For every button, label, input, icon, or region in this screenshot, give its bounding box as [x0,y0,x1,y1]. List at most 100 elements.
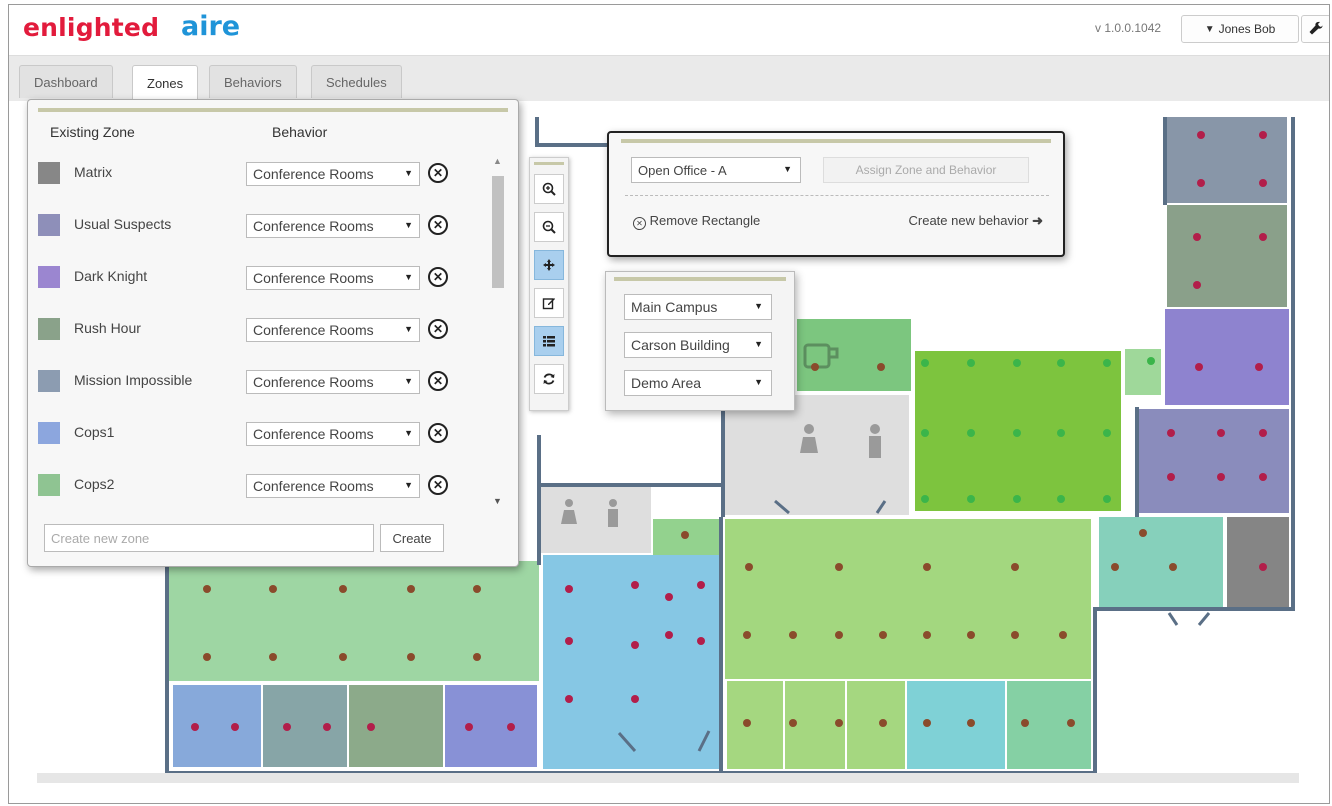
zoom-out-icon[interactable] [534,212,564,242]
tab-schedules[interactable]: Schedules [311,65,402,98]
sensor-dot[interactable] [665,593,673,601]
tab-dashboard[interactable]: Dashboard [19,65,113,98]
sensor-dot[interactable] [565,585,573,593]
sensor-dot[interactable] [1011,631,1019,639]
sensor-dot[interactable] [1259,473,1267,481]
refresh-icon[interactable] [534,364,564,394]
sensor-dot[interactable] [203,653,211,661]
sensor-dot[interactable] [1193,233,1201,241]
sensor-dot[interactable] [1059,631,1067,639]
zoom-in-icon[interactable] [534,174,564,204]
move-icon[interactable] [534,250,564,280]
sensor-dot[interactable] [507,723,515,731]
sensor-dot[interactable] [789,719,797,727]
sensor-dot[interactable] [681,531,689,539]
delete-zone-icon[interactable]: ✕ [428,267,448,287]
delete-zone-icon[interactable]: ✕ [428,371,448,391]
create-zone-button[interactable]: Create [380,524,444,552]
sensor-dot[interactable] [743,719,751,727]
popup-handle[interactable] [614,277,786,281]
sensor-dot[interactable] [473,585,481,593]
sensor-dot[interactable] [1103,359,1111,367]
sensor-dot[interactable] [323,723,331,731]
sensor-dot[interactable] [1103,495,1111,503]
sensor-dot[interactable] [877,363,885,371]
sensor-dot[interactable] [1217,429,1225,437]
remove-rectangle-link[interactable]: ✕ Remove Rectangle [633,213,760,230]
sensor-dot[interactable] [967,719,975,727]
sensor-dot[interactable] [203,585,211,593]
delete-zone-icon[interactable]: ✕ [428,215,448,235]
sensor-dot[interactable] [1197,131,1205,139]
sensor-dot[interactable] [835,719,843,727]
zone-select[interactable]: Open Office - A ▼ [631,157,801,183]
sensor-dot[interactable] [1195,363,1203,371]
sensor-dot[interactable] [879,719,887,727]
sensor-dot[interactable] [1259,179,1267,187]
assign-zone-button[interactable]: Assign Zone and Behavior [823,157,1029,183]
sensor-dot[interactable] [923,631,931,639]
toolbar-handle[interactable] [534,162,564,165]
sensor-dot[interactable] [1013,359,1021,367]
scroll-down-icon[interactable]: ▼ [493,496,502,506]
behavior-select[interactable]: Conference Rooms ▼ [246,266,420,290]
sensor-dot[interactable] [283,723,291,731]
sensor-dot[interactable] [1167,429,1175,437]
sensor-dot[interactable] [1021,719,1029,727]
sensor-dot[interactable] [835,563,843,571]
sensor-dot[interactable] [269,653,277,661]
sensor-dot[interactable] [367,723,375,731]
panel-handle[interactable] [38,108,508,112]
behavior-select[interactable]: Conference Rooms ▼ [246,318,420,342]
sensor-dot[interactable] [191,723,199,731]
sensor-dot[interactable] [1147,357,1155,365]
behavior-select[interactable]: Conference Rooms ▼ [246,422,420,446]
sensor-dot[interactable] [339,653,347,661]
delete-zone-icon[interactable]: ✕ [428,319,448,339]
sensor-dot[interactable] [697,637,705,645]
delete-zone-icon[interactable]: ✕ [428,423,448,443]
sensor-dot[interactable] [923,563,931,571]
sensor-dot[interactable] [1259,131,1267,139]
sensor-dot[interactable] [921,359,929,367]
behavior-select[interactable]: Conference Rooms ▼ [246,370,420,394]
create-behavior-link[interactable]: Create new behavior ➜ [909,213,1044,229]
sensor-dot[interactable] [1167,473,1175,481]
sensor-dot[interactable] [743,631,751,639]
sensor-dot[interactable] [231,723,239,731]
sensor-dot[interactable] [1217,473,1225,481]
user-menu-button[interactable]: ▼ Jones Bob [1181,15,1299,43]
sensor-dot[interactable] [1057,359,1065,367]
sensor-dot[interactable] [407,653,415,661]
sensor-dot[interactable] [565,695,573,703]
sensor-dot[interactable] [835,631,843,639]
sensor-dot[interactable] [473,653,481,661]
sensor-dot[interactable] [697,581,705,589]
sensor-dot[interactable] [631,695,639,703]
sensor-dot[interactable] [967,631,975,639]
sensor-dot[interactable] [1103,429,1111,437]
sensor-dot[interactable] [1057,495,1065,503]
sensor-dot[interactable] [1067,719,1075,727]
sensor-dot[interactable] [631,581,639,589]
behavior-select[interactable]: Conference Rooms ▼ [246,214,420,238]
sensor-dot[interactable] [745,563,753,571]
sensor-dot[interactable] [1011,563,1019,571]
tab-behaviors[interactable]: Behaviors [209,65,297,98]
horizontal-scrollbar[interactable] [37,773,1299,783]
popup-handle[interactable] [621,139,1051,143]
zone-list-scrollbar[interactable]: ▲ ▼ [490,154,506,506]
sensor-dot[interactable] [631,641,639,649]
sensor-dot[interactable] [1255,363,1263,371]
sensor-dot[interactable] [1259,563,1267,571]
scrollbar-thumb[interactable] [492,176,504,288]
sensor-dot[interactable] [967,495,975,503]
sensor-dot[interactable] [1057,429,1065,437]
sensor-dot[interactable] [1259,233,1267,241]
sensor-dot[interactable] [1111,563,1119,571]
sensor-dot[interactable] [1139,529,1147,537]
behavior-select[interactable]: Conference Rooms ▼ [246,474,420,498]
sensor-dot[interactable] [967,359,975,367]
sensor-dot[interactable] [967,429,975,437]
sensor-dot[interactable] [921,429,929,437]
